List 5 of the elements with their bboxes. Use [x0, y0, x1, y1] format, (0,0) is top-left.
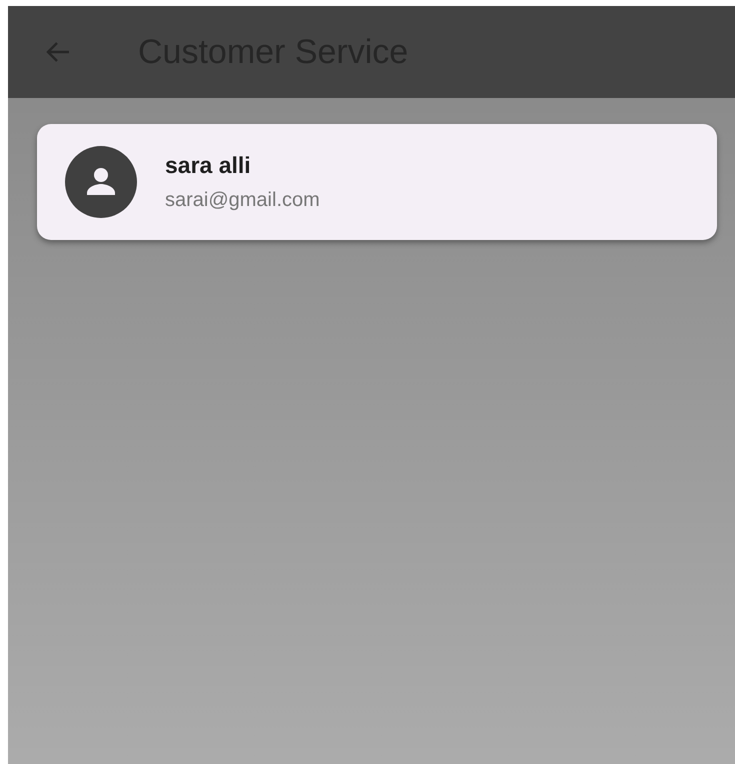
contact-card[interactable]: sara alli sarai@gmail.com — [37, 124, 717, 240]
contact-email: sarai@gmail.com — [165, 189, 320, 212]
contact-name: sara alli — [165, 152, 252, 179]
avatar-icon — [65, 146, 137, 218]
back-arrow-icon — [45, 40, 71, 64]
